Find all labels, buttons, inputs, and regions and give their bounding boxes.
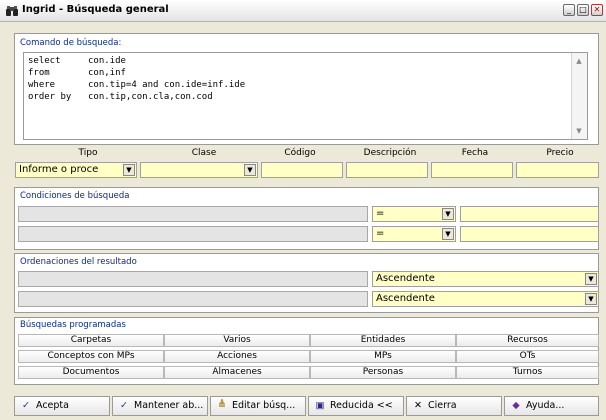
scheduled-recursos-button[interactable]: Recursos	[456, 334, 599, 347]
close-icon[interactable]: ✕	[591, 4, 603, 16]
reducida-button[interactable]: ▣ Reducida <<	[308, 396, 404, 416]
query-line: order by con.tip,con.cla,con.cod	[28, 92, 213, 102]
command-label: Comando de búsqueda:	[20, 38, 122, 48]
scheduled-varios-button[interactable]: Varios	[164, 334, 310, 347]
conditions-label: Condiciones de búsqueda	[20, 191, 130, 201]
scheduled-label: Búsquedas programadas	[20, 320, 126, 330]
fecha-input[interactable]	[431, 162, 513, 178]
scheduled-documentos-button[interactable]: Documentos	[18, 366, 164, 379]
chevron-down-icon[interactable]: ▼	[442, 208, 454, 220]
ordering-direction-select[interactable]: Ascendente ▼	[372, 271, 599, 287]
minimize-icon[interactable]: _	[563, 4, 575, 16]
ayuda-button[interactable]: ◆ Ayuda...	[504, 396, 599, 416]
help-book-icon: ◆	[512, 400, 520, 411]
header-precio: Precio	[546, 148, 574, 158]
binoculars-icon	[5, 4, 19, 18]
maximize-icon[interactable]: □	[577, 4, 589, 16]
scheduled-carpetas-button[interactable]: Carpetas	[18, 334, 164, 347]
scheduled-ots-button[interactable]: OTs	[456, 350, 599, 363]
acepta-button[interactable]: ✓ Acepta	[14, 396, 110, 416]
chevron-down-icon[interactable]: ▼	[244, 164, 256, 176]
descripcion-input[interactable]	[346, 162, 428, 178]
clase-select[interactable]: ▼	[140, 162, 258, 178]
chevron-down-icon[interactable]: ▼	[585, 273, 597, 285]
window-title: Ingrid - Búsqueda general	[22, 4, 169, 15]
scheduled-entidades-button[interactable]: Entidades	[310, 334, 456, 347]
search-window: Ingrid - Búsqueda general _ □ ✕ Comando …	[0, 0, 606, 420]
cierra-button[interactable]: ✕ Cierra	[406, 396, 502, 416]
scheduled-conceptos-button[interactable]: Conceptos con MPs	[18, 350, 164, 363]
ordering-field[interactable]	[18, 271, 368, 287]
checkmark-icon: ✓	[22, 400, 30, 411]
condition-value-input[interactable]	[460, 206, 599, 222]
scheduled-personas-button[interactable]: Personas	[310, 366, 456, 379]
codigo-input[interactable]	[261, 162, 343, 178]
scheduled-almacenes-button[interactable]: Almacenes	[164, 366, 310, 379]
header-codigo: Código	[284, 148, 316, 158]
reduce-window-icon: ▣	[315, 400, 325, 411]
header-clase: Clase	[191, 148, 217, 158]
scroll-up-icon[interactable]: ▲	[573, 55, 585, 67]
mantener-button[interactable]: ✓ Mantener ab...	[112, 396, 208, 416]
scroll-down-icon[interactable]: ▼	[573, 125, 585, 137]
header-descripcion: Descripción	[363, 148, 417, 158]
tipo-select[interactable]: Informe o proce ▼	[15, 162, 137, 178]
check-plus-icon: ✓	[120, 400, 128, 411]
query-line: where con.tip=4 and con.ide=inf.ide	[28, 80, 246, 90]
ordering-direction-select[interactable]: Ascendente ▼	[372, 291, 599, 307]
scheduled-turnos-button[interactable]: Turnos	[456, 366, 599, 379]
condition-operator-select[interactable]: = ▼	[372, 206, 456, 222]
chevron-down-icon[interactable]: ▼	[123, 164, 135, 176]
condition-field[interactable]	[18, 206, 368, 222]
command-section: Comando de búsqueda: select con.ide from c…	[14, 33, 599, 145]
header-fecha: Fecha	[461, 148, 489, 158]
precio-input[interactable]	[516, 162, 599, 178]
chevron-down-icon[interactable]: ▼	[442, 228, 454, 240]
header-tipo: Tipo	[78, 148, 98, 158]
query-scrollbar[interactable]: ▲ ▼	[571, 53, 587, 139]
ordering-field[interactable]	[18, 291, 368, 307]
query-line: select con.ide	[28, 56, 126, 66]
condition-operator-select[interactable]: = ▼	[372, 226, 456, 242]
chevron-down-icon[interactable]: ▼	[585, 293, 597, 305]
editar-button[interactable]: ≜ Editar búsq...	[210, 396, 306, 416]
query-editor[interactable]: select con.ide from con,inf where con.tip=4…	[23, 52, 588, 140]
orderings-label: Ordenaciones del resultado	[20, 257, 137, 267]
query-line: from con,inf	[28, 68, 126, 78]
condition-field[interactable]	[18, 226, 368, 242]
scheduled-mps-button[interactable]: MPs	[310, 350, 456, 363]
condition-value-input[interactable]	[460, 226, 599, 242]
edit-text-icon: ≜	[218, 400, 226, 411]
title-bar[interactable]: Ingrid - Búsqueda general _ □ ✕	[0, 0, 606, 22]
close-x-icon: ✕	[414, 400, 422, 411]
scheduled-acciones-button[interactable]: Acciones	[164, 350, 310, 363]
